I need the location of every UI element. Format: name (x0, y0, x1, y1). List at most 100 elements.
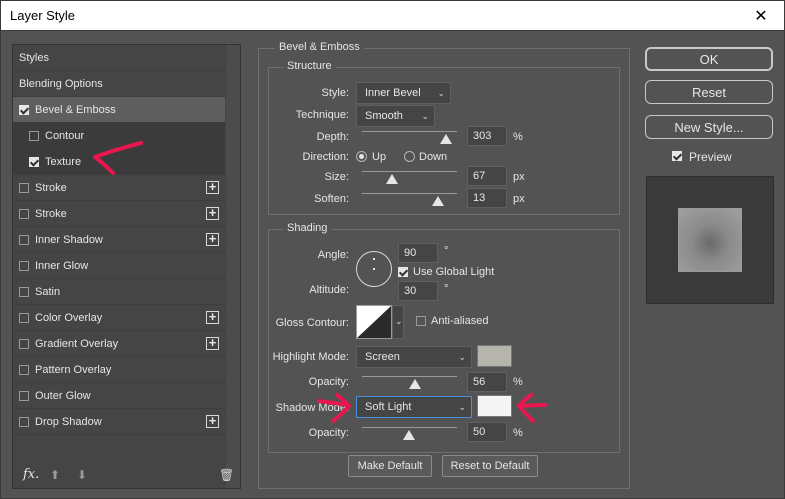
size-input[interactable]: 67 (467, 166, 507, 186)
style-item-checkbox[interactable] (19, 416, 29, 427)
style-item-checkbox[interactable] (29, 130, 39, 141)
style-item-label: Satin (35, 285, 61, 298)
fx-icon[interactable]: fx. (23, 467, 39, 482)
styles-list-scrollbar[interactable] (226, 45, 240, 488)
size-slider-track[interactable] (362, 171, 457, 172)
chevron-down-icon: ⌄ (458, 402, 466, 412)
highlight-mode-dropdown[interactable]: Screen ⌄ (356, 346, 472, 368)
styles-list: Styles Blending Options Bevel & Emboss Cont… (12, 44, 241, 489)
depth-input[interactable]: 303 (467, 126, 507, 146)
style-item-label: Outer Glow (35, 389, 91, 402)
style-item-checkbox[interactable] (19, 390, 29, 401)
reset-to-default-button[interactable]: Reset to Default (442, 455, 538, 477)
add-style-plus-icon[interactable]: + (206, 310, 219, 324)
add-style-plus-icon[interactable]: + (206, 180, 219, 194)
style-item-inner-shadow[interactable]: Inner Shadow + (13, 227, 225, 253)
style-item-pattern-overlay[interactable]: Pattern Overlay (13, 357, 225, 383)
direction-down-radio[interactable] (404, 151, 415, 162)
make-default-button[interactable]: Make Default (348, 455, 432, 477)
style-item-inner-glow[interactable]: Inner Glow (13, 253, 225, 279)
soften-slider-track[interactable] (362, 193, 457, 194)
style-item-label: Inner Shadow (35, 233, 103, 246)
style-item-styles[interactable]: Styles (13, 45, 225, 71)
style-item-contour[interactable]: Contour (13, 123, 225, 149)
style-dropdown[interactable]: Inner Bevel ⌄ (356, 82, 451, 104)
highlight-mode-value: Screen (365, 351, 400, 363)
shading-title: Shading (283, 222, 332, 234)
style-item-drop-shadow[interactable]: Drop Shadow + (13, 409, 225, 435)
use-global-light-label: Use Global Light (413, 266, 495, 278)
shadow-opacity-label: Opacity: (308, 427, 349, 439)
bevel-emboss-title: Bevel & Emboss (275, 41, 364, 53)
title-bar: Layer Style ✕ (0, 0, 785, 31)
style-item-satin[interactable]: Satin (13, 279, 225, 305)
shadow-opacity-input[interactable]: 50 (467, 422, 507, 442)
add-style-plus-icon[interactable]: + (206, 232, 219, 246)
close-icon[interactable]: ✕ (738, 1, 784, 31)
style-item-bevel-emboss[interactable]: Bevel & Emboss (13, 97, 225, 123)
style-item-checkbox[interactable] (29, 156, 39, 167)
shadow-mode-label: Shadow Mode: (275, 402, 349, 414)
style-item-color-overlay[interactable]: Color Overlay + (13, 305, 225, 331)
style-item-checkbox[interactable] (19, 234, 29, 245)
gloss-contour-curve-icon (357, 306, 391, 338)
reset-button[interactable]: Reset (645, 80, 773, 104)
chevron-down-icon: ⌄ (421, 111, 429, 121)
anti-aliased-checkbox[interactable] (416, 316, 426, 326)
move-up-icon[interactable]: ⬆ (48, 468, 62, 482)
shadow-color-swatch[interactable] (477, 395, 512, 417)
style-item-outer-glow[interactable]: Outer Glow (13, 383, 225, 409)
style-item-checkbox[interactable] (19, 338, 29, 349)
shadow-opacity-slider-track[interactable] (362, 427, 457, 428)
style-item-gradient-overlay[interactable]: Gradient Overlay + (13, 331, 225, 357)
trash-icon[interactable]: 🗑 (219, 468, 234, 482)
depth-slider-thumb[interactable] (440, 134, 452, 144)
altitude-input[interactable]: 30 (398, 281, 438, 301)
highlight-opacity-slider-track[interactable] (362, 376, 457, 377)
style-item-checkbox[interactable] (19, 312, 29, 323)
style-item-texture[interactable]: Texture (13, 149, 225, 175)
style-item-label: Texture (45, 155, 82, 168)
use-global-light-checkbox[interactable] (398, 267, 408, 277)
shadow-opacity-slider-thumb[interactable] (403, 430, 415, 440)
move-down-icon[interactable]: ⬇ (75, 468, 89, 482)
add-style-plus-icon[interactable]: + (206, 336, 219, 350)
angle-input[interactable]: 90 (398, 243, 438, 263)
direction-up-radio[interactable] (356, 151, 367, 162)
ok-button[interactable]: OK (645, 47, 773, 71)
style-item-blending-options[interactable]: Blending Options (13, 71, 225, 97)
style-item-checkbox[interactable] (19, 104, 29, 115)
style-item-checkbox[interactable] (19, 182, 29, 193)
style-item-label: Drop Shadow (35, 415, 102, 428)
technique-dropdown[interactable]: Smooth ⌄ (356, 105, 435, 127)
style-item-checkbox[interactable] (19, 260, 29, 271)
add-style-plus-icon[interactable]: + (206, 206, 219, 220)
depth-slider-track[interactable] (362, 131, 457, 132)
highlight-opacity-input[interactable]: 56 (467, 372, 507, 392)
size-slider-thumb[interactable] (386, 174, 398, 184)
style-item-label: Inner Glow (35, 259, 89, 272)
new-style-button[interactable]: New Style... (645, 115, 773, 139)
preview-thumbnail (678, 208, 742, 272)
chevron-down-icon: ⌄ (437, 88, 445, 98)
soften-slider-thumb[interactable] (432, 196, 444, 206)
highlight-opacity-slider-thumb[interactable] (409, 379, 421, 389)
add-style-plus-icon[interactable]: + (206, 414, 219, 428)
highlight-color-swatch[interactable] (477, 345, 512, 367)
style-item-checkbox[interactable] (19, 208, 29, 219)
style-item-checkbox[interactable] (19, 364, 29, 375)
soften-input[interactable]: 13 (467, 188, 507, 208)
angle-unit: ° (444, 245, 449, 257)
gloss-contour-swatch[interactable] (356, 305, 392, 339)
gloss-contour-dropdown[interactable]: ⌄ (392, 305, 404, 339)
preview-checkbox[interactable] (672, 151, 682, 161)
shadow-mode-dropdown[interactable]: Soft Light ⌄ (356, 396, 472, 418)
angle-dial[interactable] (356, 251, 392, 287)
direction-up-label: Up (372, 151, 387, 163)
style-item-checkbox[interactable] (19, 286, 29, 297)
depth-unit: % (513, 131, 523, 143)
style-item-label: Stroke (35, 181, 67, 194)
style-item-stroke[interactable]: Stroke + (13, 175, 225, 201)
size-label: Size: (324, 171, 349, 183)
style-item-stroke[interactable]: Stroke + (13, 201, 225, 227)
